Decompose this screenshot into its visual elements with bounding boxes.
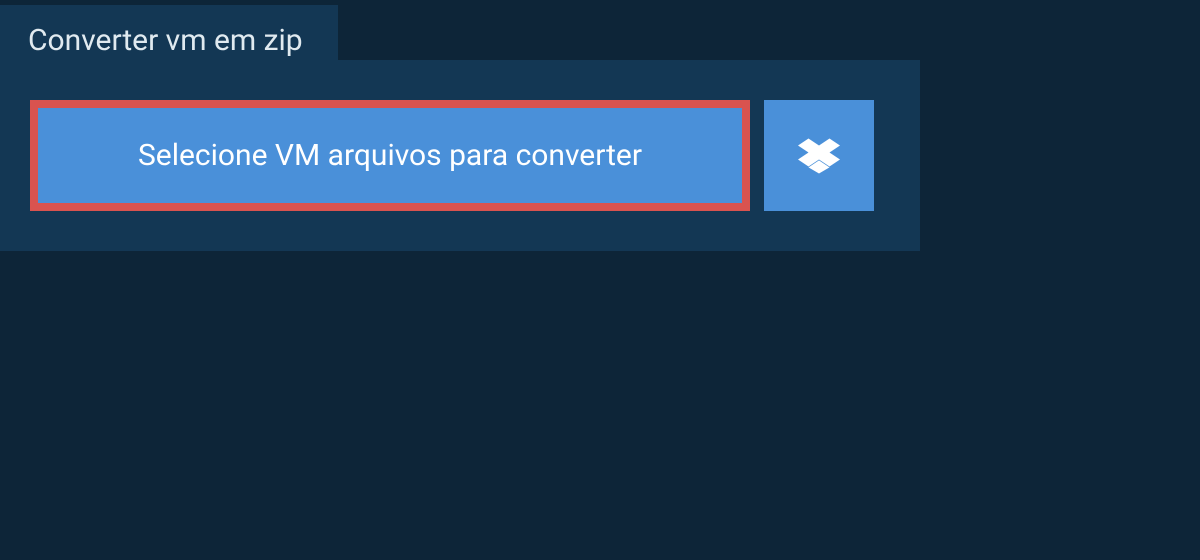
dropbox-icon xyxy=(798,135,840,177)
select-files-label: Selecione VM arquivos para converter xyxy=(138,138,642,173)
tab-title: Converter vm em zip xyxy=(28,23,303,58)
select-files-button[interactable]: Selecione VM arquivos para converter xyxy=(30,100,750,211)
conversion-card: Converter vm em zip Selecione VM arquivo… xyxy=(0,60,920,251)
card-body: Selecione VM arquivos para converter xyxy=(0,60,920,211)
button-row: Selecione VM arquivos para converter xyxy=(30,100,920,211)
tab-converter[interactable]: Converter vm em zip xyxy=(0,5,338,76)
dropbox-button[interactable] xyxy=(764,100,874,211)
